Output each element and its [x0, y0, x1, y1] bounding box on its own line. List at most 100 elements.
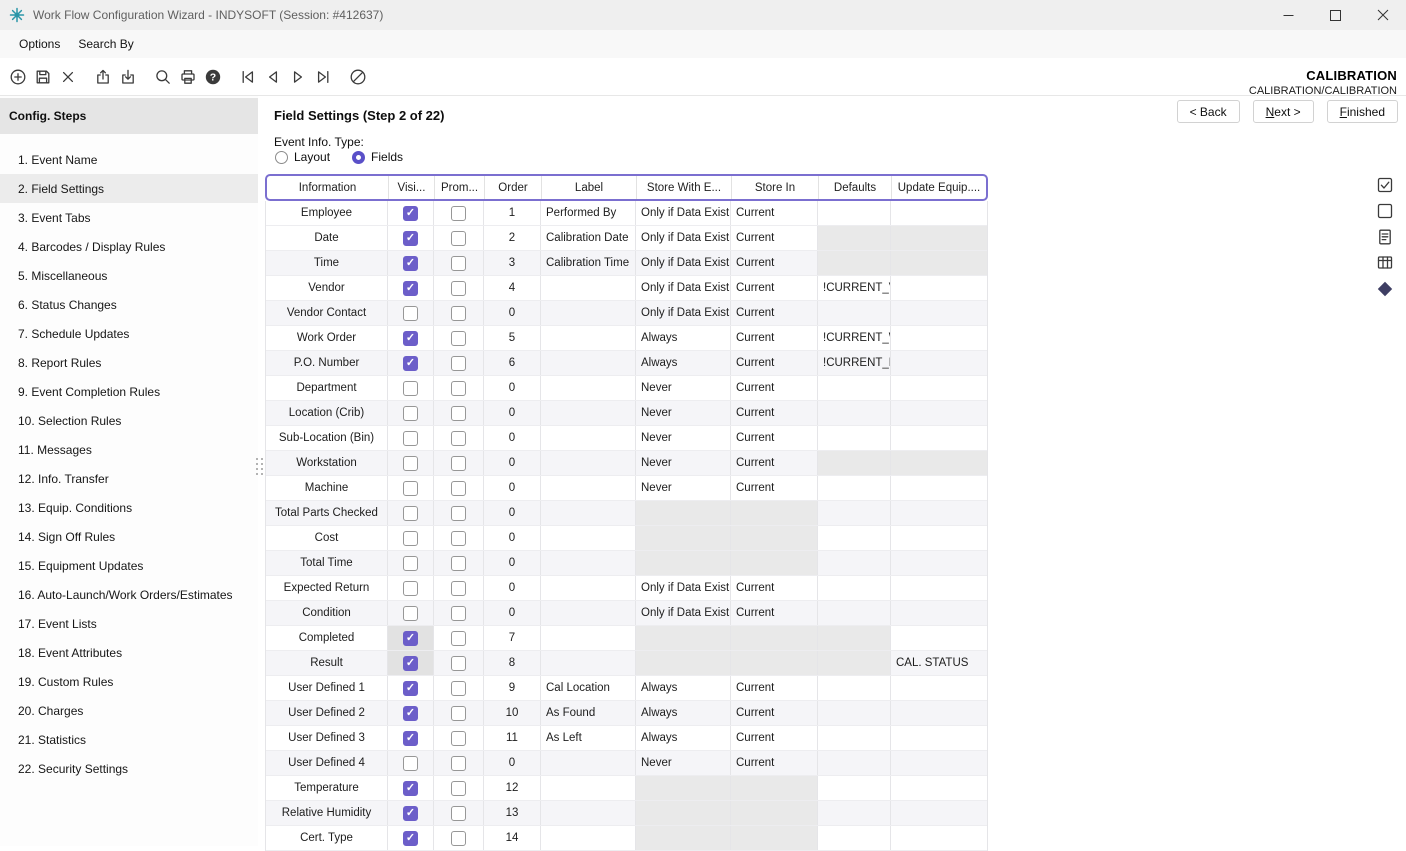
- label-cell[interactable]: [541, 451, 636, 475]
- label-cell[interactable]: Calibration Time: [541, 251, 636, 275]
- column-header[interactable]: Label: [542, 176, 637, 199]
- store-in-cell[interactable]: [731, 776, 818, 800]
- visible-cell[interactable]: [388, 476, 434, 500]
- checkbox-unchecked-icon[interactable]: [451, 431, 466, 446]
- defaults-cell[interactable]: [818, 751, 891, 775]
- checkbox-checked-icon[interactable]: ✓: [403, 831, 418, 846]
- info-cell[interactable]: Sub-Location (Bin): [266, 426, 388, 450]
- info-cell[interactable]: Condition: [266, 601, 388, 625]
- update-equip-cell[interactable]: [891, 401, 987, 425]
- radio-layout[interactable]: Layout: [275, 150, 330, 164]
- splitter-handle[interactable]: [256, 458, 264, 475]
- prompt-cell[interactable]: [434, 351, 484, 375]
- update-equip-cell[interactable]: [891, 476, 987, 500]
- prompt-cell[interactable]: [434, 826, 484, 850]
- label-cell[interactable]: [541, 751, 636, 775]
- sidebar-item[interactable]: 11. Messages: [0, 435, 258, 464]
- checkbox-unchecked-icon[interactable]: [451, 631, 466, 646]
- sidebar-item[interactable]: 2. Field Settings: [0, 174, 258, 203]
- order-cell[interactable]: 0: [484, 576, 541, 600]
- close-button[interactable]: [1359, 0, 1406, 30]
- search-icon[interactable]: [153, 67, 172, 86]
- store-in-cell[interactable]: Current: [731, 251, 818, 275]
- prompt-cell[interactable]: [434, 426, 484, 450]
- sidebar-item[interactable]: 8. Report Rules: [0, 348, 258, 377]
- sidebar-item[interactable]: 5. Miscellaneous: [0, 261, 258, 290]
- store-with-cell[interactable]: Never: [636, 451, 731, 475]
- visible-cell[interactable]: [388, 576, 434, 600]
- checkbox-checked-icon[interactable]: ✓: [403, 781, 418, 796]
- store-with-cell[interactable]: Never: [636, 401, 731, 425]
- store-with-cell[interactable]: Always: [636, 326, 731, 350]
- order-cell[interactable]: 6: [484, 351, 541, 375]
- checkbox-unchecked-icon[interactable]: [451, 731, 466, 746]
- save-icon[interactable]: [33, 67, 52, 86]
- checkbox-checked-icon[interactable]: ✓: [403, 731, 418, 746]
- minimize-button[interactable]: [1265, 0, 1312, 30]
- store-in-cell[interactable]: Current: [731, 201, 818, 225]
- order-cell[interactable]: 0: [484, 301, 541, 325]
- store-with-cell[interactable]: Always: [636, 676, 731, 700]
- maximize-button[interactable]: [1312, 0, 1359, 30]
- prompt-cell[interactable]: [434, 576, 484, 600]
- sidebar-item[interactable]: 16. Auto-Launch/Work Orders/Estimates: [0, 580, 258, 609]
- prompt-cell[interactable]: [434, 751, 484, 775]
- label-cell[interactable]: [541, 501, 636, 525]
- info-cell[interactable]: User Defined 4: [266, 751, 388, 775]
- add-icon[interactable]: [8, 67, 27, 86]
- store-in-cell[interactable]: Current: [731, 226, 818, 250]
- update-equip-cell[interactable]: [891, 226, 987, 250]
- prompt-cell[interactable]: [434, 801, 484, 825]
- radio-selected-icon[interactable]: [352, 151, 365, 164]
- sidebar-item[interactable]: 22. Security Settings: [0, 754, 258, 783]
- menu-search-by[interactable]: Search By: [69, 37, 142, 51]
- order-cell[interactable]: 10: [484, 701, 541, 725]
- store-with-cell[interactable]: Never: [636, 376, 731, 400]
- visible-cell[interactable]: [388, 401, 434, 425]
- export-icon[interactable]: [93, 67, 112, 86]
- column-header[interactable]: Information: [267, 176, 389, 199]
- store-in-cell[interactable]: Current: [731, 351, 818, 375]
- nav-next-icon[interactable]: [288, 67, 307, 86]
- checkbox-checked-icon[interactable]: ✓: [403, 356, 418, 371]
- prompt-cell[interactable]: [434, 226, 484, 250]
- checkbox-unchecked-icon[interactable]: [403, 406, 418, 421]
- checkbox-unchecked-icon[interactable]: [451, 756, 466, 771]
- visible-cell[interactable]: ✓: [388, 776, 434, 800]
- checkbox-checked-icon[interactable]: ✓: [403, 256, 418, 271]
- label-cell[interactable]: [541, 326, 636, 350]
- cancel-icon[interactable]: [348, 67, 367, 86]
- update-equip-cell[interactable]: CAL. STATUS: [891, 651, 987, 675]
- store-in-cell[interactable]: Current: [731, 276, 818, 300]
- order-cell[interactable]: 14: [484, 826, 541, 850]
- update-equip-cell[interactable]: [891, 676, 987, 700]
- checkbox-unchecked-icon[interactable]: [451, 331, 466, 346]
- checkbox-checked-icon[interactable]: ✓: [403, 806, 418, 821]
- label-cell[interactable]: [541, 401, 636, 425]
- visible-cell[interactable]: [388, 426, 434, 450]
- sidebar-item[interactable]: 13. Equip. Conditions: [0, 493, 258, 522]
- defaults-cell[interactable]: [818, 226, 891, 250]
- checkbox-unchecked-icon[interactable]: [451, 231, 466, 246]
- update-equip-cell[interactable]: [891, 526, 987, 550]
- prompt-cell[interactable]: [434, 376, 484, 400]
- defaults-cell[interactable]: [818, 426, 891, 450]
- prompt-cell[interactable]: [434, 551, 484, 575]
- store-with-cell[interactable]: [636, 501, 731, 525]
- checkbox-checked-icon[interactable]: [1376, 176, 1394, 194]
- column-header[interactable]: Defaults: [819, 176, 892, 199]
- column-header[interactable]: Store In: [732, 176, 819, 199]
- order-cell[interactable]: 2: [484, 226, 541, 250]
- store-in-cell[interactable]: [731, 526, 818, 550]
- visible-cell[interactable]: [388, 601, 434, 625]
- info-cell[interactable]: P.O. Number: [266, 351, 388, 375]
- visible-cell[interactable]: [388, 451, 434, 475]
- prompt-cell[interactable]: [434, 326, 484, 350]
- prompt-cell[interactable]: [434, 276, 484, 300]
- info-cell[interactable]: Workstation: [266, 451, 388, 475]
- store-with-cell[interactable]: [636, 526, 731, 550]
- checkbox-unchecked-icon[interactable]: [451, 531, 466, 546]
- update-equip-cell[interactable]: [891, 701, 987, 725]
- label-cell[interactable]: [541, 626, 636, 650]
- checkbox-checked-icon[interactable]: ✓: [403, 706, 418, 721]
